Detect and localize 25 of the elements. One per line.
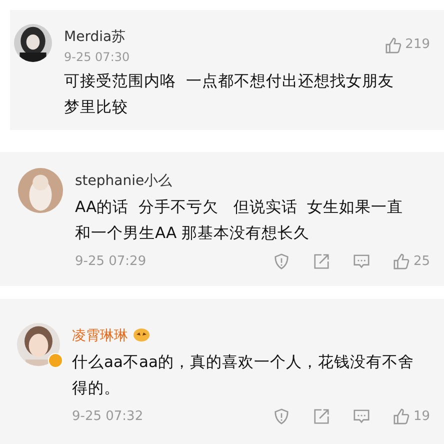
report-icon[interactable]: [273, 408, 290, 426]
share-icon[interactable]: [313, 253, 330, 270]
timestamp: 9-25 07:30: [64, 49, 130, 66]
username[interactable]: Merdia苏: [64, 29, 126, 45]
like-count-button[interactable]: 19: [393, 407, 430, 426]
thumbs-up-icon[interactable]: [393, 253, 410, 270]
like-count: 219: [405, 36, 430, 54]
thumbs-up-icon[interactable]: [385, 36, 402, 54]
share-icon[interactable]: [313, 408, 330, 426]
like-count-button[interactable]: 25: [393, 252, 430, 272]
report-icon[interactable]: [273, 253, 290, 270]
comment-icon[interactable]: [353, 408, 370, 426]
comment-text: 可接受范围内咯 一点都不想付出还想找女朋友梦里比较: [64, 71, 395, 118]
comment-icon[interactable]: [353, 253, 370, 270]
comment-text: 什么aa不aa的，真的喜欢一个人，花钱没有不舍得的。: [72, 352, 414, 399]
like-count: 19: [413, 408, 430, 426]
like-count-button[interactable]: 219: [385, 24, 430, 66]
username[interactable]: 凌霄琳琳: [72, 328, 128, 344]
timestamp: 9-25 07:29: [75, 253, 148, 271]
comment-text: AA的话 分手不亏欠 但说实话 女生如果一直和一个男生AA 那基本没有想长久: [75, 197, 404, 244]
timestamp: 9-25 07:32: [72, 408, 144, 426]
like-count: 25: [413, 253, 430, 271]
emoji-icon: [133, 327, 150, 342]
thumbs-up-icon[interactable]: [393, 408, 410, 426]
username[interactable]: stephanie小么: [75, 173, 172, 189]
